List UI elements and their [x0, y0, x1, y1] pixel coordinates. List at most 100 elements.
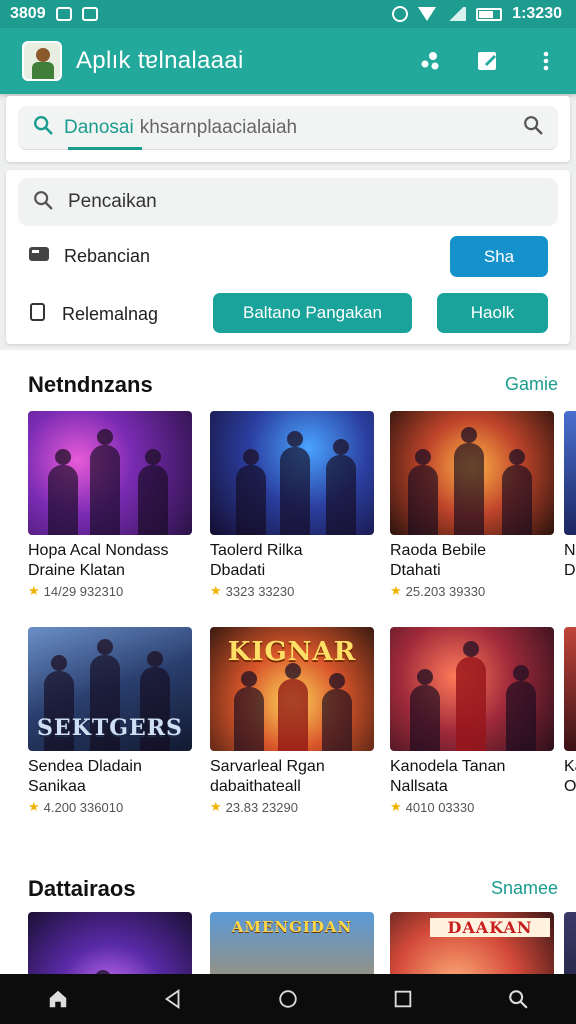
wifi-icon [418, 7, 437, 21]
back-icon[interactable] [153, 979, 193, 1019]
game-rating: ★ 23.83 23290 [210, 799, 374, 815]
cluster-icon[interactable] [418, 49, 442, 73]
hero-figure [138, 449, 168, 535]
search-icon [32, 114, 54, 141]
hero-figure [410, 669, 440, 751]
hero-figure [48, 449, 78, 535]
game-thumbnail: DAAKAN [390, 912, 554, 974]
game-thumbnail [28, 912, 192, 974]
battery-icon [476, 7, 503, 21]
game-thumbnail: KIGNAR [210, 627, 374, 751]
more-vert-icon[interactable] [534, 49, 558, 73]
search-input[interactable]: Danosai khsarnplaacialaiah [18, 106, 558, 150]
game-thumbnail [564, 411, 576, 535]
search-card: Danosai khsarnplaacialaiah [6, 96, 570, 162]
search-placeholder: khsarnplaacialaiah [139, 116, 298, 138]
game-title: Sendea Dladain [28, 758, 142, 775]
game-thumbnail [564, 912, 576, 974]
game-card[interactable]: Raoda Bebile Dtahati ★ 25.203 39330 [390, 411, 554, 599]
game-title: Sarvarleal Rgan [210, 758, 325, 775]
game-card[interactable]: AMENGIDAN [210, 912, 374, 974]
home-icon[interactable] [38, 979, 78, 1019]
game-card[interactable]: Hopa Acal Nondass Draine Klatan ★ 14/29 9… [28, 411, 192, 599]
star-icon: ★ [390, 799, 402, 814]
alarm-icon [392, 6, 409, 22]
star-icon: ★ [210, 583, 222, 598]
filter-row-1: Rebancian [28, 244, 150, 269]
app-avatar[interactable] [22, 41, 62, 81]
game-thumbnail [28, 411, 192, 535]
game-card-partial[interactable] [564, 912, 576, 974]
filter-row-1-label: Rebancian [64, 246, 151, 266]
status-time: 3809 [10, 5, 46, 22]
compose-icon[interactable] [476, 49, 500, 73]
game-card[interactable]: KIGNAR Sarvarleal Rgan dabaithateall ★ 23… [210, 627, 374, 815]
game-logo: SEKTGERS [37, 715, 183, 741]
game-card-partial[interactable]: Na Dr [564, 411, 576, 581]
game-subtitle: Dr [564, 562, 576, 579]
home-circle-icon[interactable] [268, 979, 308, 1019]
status-clock: 1:3230 [512, 5, 562, 22]
game-logo: AMENGIDAN [231, 918, 353, 936]
hero-figure [278, 663, 308, 751]
haolk-button[interactable]: Haolk [437, 293, 548, 333]
filter-row-2-label: Relemalnag [62, 304, 159, 324]
recents-icon[interactable] [383, 979, 423, 1019]
filter-search-input[interactable]: Pencaikan [18, 178, 558, 226]
hero-figure [502, 449, 532, 535]
game-rating: ★ 3323 33230 [210, 583, 374, 599]
game-logo: DAAKAN [430, 918, 550, 937]
app-title: Aplık tɐlnalaaai [76, 47, 244, 74]
game-meta: 25.203 39330 [405, 583, 486, 599]
game-thumbnail: AMENGIDAN [210, 912, 374, 974]
game-rating: ★ 25.203 39330 [390, 583, 554, 599]
hero-figure [90, 429, 120, 535]
game-card-partial[interactable]: Ka Or [564, 627, 576, 797]
signal-icon [446, 7, 467, 21]
game-card[interactable] [28, 912, 192, 974]
game-card[interactable]: DAAKAN [390, 912, 554, 974]
hero-figure [236, 449, 266, 535]
game-subtitle: Or [564, 778, 576, 795]
game-thumbnail: SEKTGERS [28, 627, 192, 751]
system-nav-bar [0, 974, 576, 1024]
sha-button[interactable]: Sha [450, 236, 548, 277]
game-thumbnail [390, 627, 554, 751]
hero-figure [454, 427, 484, 535]
game-meta: 23.83 23290 [225, 799, 298, 815]
game-title: Taolerd Rilka [210, 542, 303, 559]
content-list[interactable]: Netndnzans Gamie Hopa Acal Nondass Drain… [0, 350, 576, 974]
game-thumbnail [390, 411, 554, 535]
section-link-2[interactable]: Snamee [491, 878, 558, 899]
star-icon: ★ [210, 799, 222, 814]
filter-card: Pencaikan Rebancian Sha Relemalnag Balta… [6, 170, 570, 344]
hero-figure [326, 439, 356, 535]
game-card[interactable]: Taolerd Rilka Dbadati ★ 3323 33230 [210, 411, 374, 599]
section-title-2: Dattairaos [28, 876, 136, 901]
hero-figure [456, 641, 486, 751]
inbox-icon [28, 244, 50, 269]
game-thumbnail [210, 411, 374, 535]
game-rating: ★ 4.200 336010 [28, 799, 192, 815]
section-link-1[interactable]: Gamie [505, 374, 558, 395]
game-title: Na [564, 542, 576, 559]
search-icon[interactable] [498, 979, 538, 1019]
hero-figure [280, 431, 310, 535]
hero-figure [322, 673, 352, 751]
game-card[interactable]: Kanodela Tanan Nallsata ★ 4010 03330 [390, 627, 554, 815]
hero-figure [234, 671, 264, 751]
game-rating: ★ 14/29 932310 [28, 583, 192, 599]
search-submit-icon[interactable] [522, 114, 544, 141]
search-value: Danosai [64, 116, 134, 138]
game-card[interactable]: SEKTGERS Sendea Dladain Sanikaa ★ 4.200 3… [28, 627, 192, 815]
game-rating: ★ 4010 03330 [390, 799, 554, 815]
game-meta: 3323 33230 [225, 583, 295, 599]
search-focus-indicator [68, 147, 142, 150]
game-subtitle: dabaithateall [210, 778, 301, 795]
game-meta: 4010 03330 [405, 799, 475, 815]
app-bar: Aplık tɐlnalaaai [0, 28, 576, 94]
game-thumbnail [564, 627, 576, 751]
baltano-pangakan-button[interactable]: Baltano Pangakan [213, 293, 412, 333]
checkbox-icon[interactable] [28, 302, 48, 327]
status-bar: 3809 1:3230 [0, 0, 576, 28]
